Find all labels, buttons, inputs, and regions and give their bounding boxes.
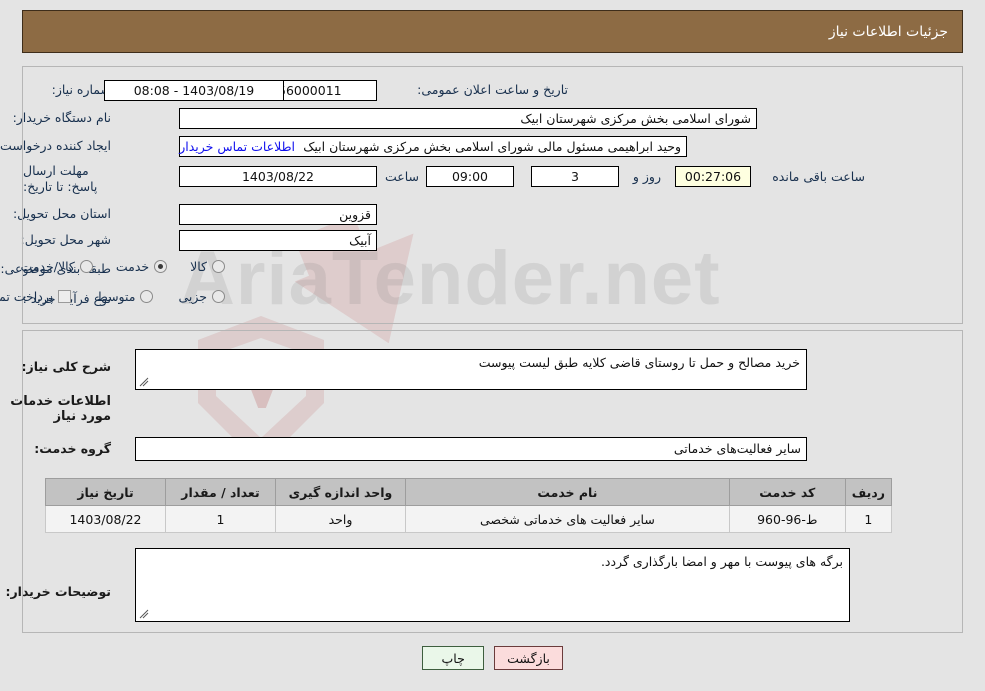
column-header-quantity: تعداد / مقدار bbox=[165, 478, 276, 506]
buyer-notes-textarea[interactable]: برگه های پیوست با مهر و امضا بارگذاری گر… bbox=[135, 548, 850, 622]
purchase-process-radio-group: جزیی متوسط پرداخت تمام یا بخشی از مبلغ خ… bbox=[0, 289, 225, 304]
footer-button-bar: بازگشت چاپ bbox=[0, 646, 985, 670]
deadline-countdown-value: 00:27:06 bbox=[675, 166, 751, 187]
back-button[interactable]: بازگشت bbox=[494, 646, 563, 670]
category-radio-goods[interactable] bbox=[212, 260, 225, 273]
buyer-notes-value: برگه های پیوست با مهر و امضا بارگذاری گر… bbox=[600, 554, 843, 569]
category-option-goods-service-label: کالا/خدمت bbox=[20, 259, 75, 274]
treasury-bonds-text: پرداخت تمام یا بخشی از مبلغ خرید،از محل … bbox=[0, 289, 54, 304]
column-header-unit: واحد اندازه گیری bbox=[275, 478, 406, 506]
general-description-textarea[interactable]: خرید مصالح و حمل تا روستای قاضی کلایه طب… bbox=[135, 349, 807, 390]
table-row: 1 ط-96-960 سایر فعالیت های خدماتی شخصی و… bbox=[45, 505, 893, 533]
purchase-process-option-minor-label: جزیی bbox=[178, 289, 207, 304]
category-radio-group: کالا خدمت کالا/خدمت bbox=[15, 259, 225, 274]
deadline-time-value: 09:00 bbox=[426, 166, 514, 187]
category-option-service-label: خدمت bbox=[115, 259, 150, 274]
column-header-service-code: کد خدمت bbox=[728, 478, 846, 506]
cell-row-no: 1 bbox=[844, 505, 893, 533]
cell-unit: واحد bbox=[275, 505, 406, 533]
table-header-row: ردیف کد خدمت نام خدمت واحد اندازه گیری ت… bbox=[45, 478, 893, 506]
cell-service-code: ط-96-960 bbox=[728, 505, 846, 533]
deadline-date-value: 1403/08/22 bbox=[179, 166, 377, 187]
cell-need-date: 1403/08/22 bbox=[45, 505, 166, 533]
deadline-days-suffix: روز و bbox=[632, 169, 661, 184]
column-header-row-no: ردیف bbox=[844, 478, 893, 506]
page-title: جزئیات اطلاعات نیاز bbox=[828, 23, 948, 40]
purchase-process-radio-minor[interactable] bbox=[212, 290, 225, 303]
column-header-service-name: نام خدمت bbox=[405, 478, 730, 506]
delivery-city-value: آبیک bbox=[179, 230, 377, 251]
buyer-org-value: شورای اسلامی بخش مرکزی شهرستان ابیک bbox=[179, 108, 757, 129]
column-header-need-date: تاریخ نیاز bbox=[45, 478, 166, 506]
general-description-value: خرید مصالح و حمل تا روستای قاضی کلایه طب… bbox=[478, 355, 800, 370]
page-header: جزئیات اطلاعات نیاز bbox=[22, 10, 963, 53]
cell-service-name: سایر فعالیت های خدماتی شخصی bbox=[405, 505, 730, 533]
announce-datetime-value: 1403/08/19 - 08:08 bbox=[104, 80, 284, 101]
deadline-countdown-suffix: ساعت باقی مانده bbox=[772, 169, 865, 184]
treasury-bonds-checkbox[interactable] bbox=[58, 290, 72, 303]
purchase-process-option-medium-label: متوسط bbox=[96, 289, 136, 304]
resize-grip-icon[interactable] bbox=[139, 377, 149, 387]
print-button[interactable]: چاپ bbox=[422, 646, 485, 670]
deadline-time-label: ساعت bbox=[384, 169, 419, 184]
category-radio-service[interactable] bbox=[154, 260, 168, 273]
resize-grip-icon[interactable] bbox=[139, 609, 149, 619]
service-group-value: سایر فعالیت‌های خدماتی bbox=[135, 437, 807, 461]
category-radio-goods-service[interactable] bbox=[79, 260, 93, 273]
delivery-province-value: قزوین bbox=[179, 204, 377, 225]
cell-quantity: 1 bbox=[165, 505, 276, 533]
need-summary-panel bbox=[22, 66, 963, 324]
purchase-process-radio-medium[interactable] bbox=[140, 290, 154, 303]
deadline-days-value: 3 bbox=[531, 166, 619, 187]
buyer-contact-link[interactable]: اطلاعات تماس خریدار bbox=[170, 139, 295, 154]
service-items-table: ردیف کد خدمت نام خدمت واحد اندازه گیری ت… bbox=[45, 478, 893, 533]
category-option-goods-label: کالا bbox=[190, 259, 207, 274]
